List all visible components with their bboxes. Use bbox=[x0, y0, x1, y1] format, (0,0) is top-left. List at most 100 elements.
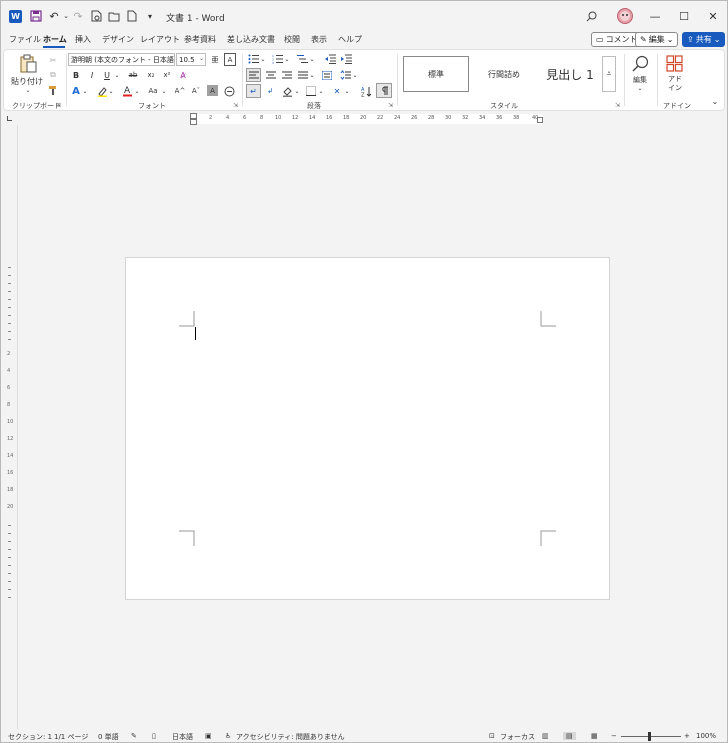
shading-icon[interactable] bbox=[281, 85, 293, 97]
chevron-down-icon[interactable]: ⌄ bbox=[161, 85, 167, 97]
chevron-down-icon[interactable]: ⌄ bbox=[318, 85, 324, 97]
redo-icon[interactable]: ↷ bbox=[71, 9, 85, 23]
addins-button[interactable]: アド イン bbox=[664, 74, 686, 94]
chevron-down-icon[interactable]: ⌄ bbox=[636, 84, 644, 92]
tab-help[interactable]: ヘルプ bbox=[338, 34, 362, 45]
asian-typography-icon[interactable]: ✕ bbox=[331, 85, 343, 97]
distributed-icon[interactable] bbox=[320, 69, 333, 81]
align-right-icon[interactable] bbox=[280, 69, 293, 81]
clipboard-launcher-icon[interactable]: ⇲ bbox=[56, 102, 61, 109]
text-direction-icon[interactable]: ↲ bbox=[264, 85, 276, 97]
clear-formatting-icon[interactable]: A̷ bbox=[177, 69, 189, 81]
cut-icon[interactable]: ✂ bbox=[47, 54, 59, 66]
new-document-icon[interactable] bbox=[125, 9, 139, 23]
paste-button[interactable]: 貼り付け bbox=[11, 76, 43, 86]
borders-icon[interactable] bbox=[305, 85, 317, 97]
zoom-in-button[interactable]: + bbox=[684, 732, 690, 740]
print-layout-icon[interactable]: ▤ bbox=[563, 732, 576, 740]
font-name-combo[interactable]: 游明朝 (本文のフォント - 日本語) ⌄ bbox=[68, 53, 175, 66]
shrink-font-button[interactable]: Aˇ bbox=[190, 85, 202, 97]
edit-mode-button[interactable]: ✎ 編集 ⌄ bbox=[635, 32, 679, 47]
chevron-down-icon[interactable]: ⌄ bbox=[309, 69, 315, 81]
document-page[interactable] bbox=[125, 257, 610, 600]
chevron-down-icon[interactable]: ⌄ bbox=[294, 85, 300, 97]
macro-icon[interactable]: ▣ bbox=[205, 732, 212, 740]
italic-button[interactable]: I bbox=[87, 69, 97, 81]
style-no-spacing[interactable]: 行間詰め bbox=[471, 56, 537, 92]
align-center-icon[interactable] bbox=[264, 69, 277, 81]
font-size-combo[interactable]: 10.5 ⌄ bbox=[176, 53, 206, 66]
find-icon[interactable] bbox=[630, 54, 650, 74]
section-indicator[interactable]: セクション: 1 bbox=[8, 732, 52, 742]
paragraph-launcher-icon[interactable]: ⇲ bbox=[388, 102, 393, 109]
focus-mode-button[interactable]: フォーカス bbox=[500, 732, 535, 742]
minimize-button[interactable]: — bbox=[642, 7, 668, 25]
open-folder-icon[interactable] bbox=[107, 9, 121, 23]
numbering-icon[interactable]: 123 bbox=[271, 53, 283, 65]
phonetic-guide-icon[interactable]: 亜 bbox=[209, 53, 221, 66]
paste-icon[interactable] bbox=[16, 54, 40, 74]
align-left-icon[interactable] bbox=[246, 68, 261, 82]
justify-icon[interactable] bbox=[296, 69, 309, 81]
sort-icon[interactable]: AZ bbox=[360, 85, 372, 97]
user-avatar[interactable] bbox=[617, 8, 633, 24]
chevron-down-icon[interactable]: ⌄ bbox=[114, 69, 120, 81]
bold-button[interactable]: B bbox=[71, 69, 81, 81]
tab-file[interactable]: ファイル bbox=[9, 34, 41, 45]
zoom-level[interactable]: 100% bbox=[696, 732, 716, 740]
chevron-down-icon[interactable]: ⌄ bbox=[134, 85, 140, 97]
addins-icon[interactable] bbox=[665, 54, 683, 72]
chevron-down-icon[interactable]: ⌄ bbox=[344, 85, 350, 97]
chevron-down-icon[interactable]: ⌄ bbox=[82, 85, 88, 97]
page-indicator[interactable]: 1/1 ページ bbox=[54, 732, 88, 742]
tab-home[interactable]: ホーム bbox=[43, 34, 67, 45]
grow-font-button[interactable]: A^ bbox=[174, 85, 186, 97]
chevron-down-icon[interactable]: ⌄ bbox=[309, 53, 315, 65]
underline-button[interactable]: U bbox=[102, 69, 112, 81]
highlighter-icon[interactable] bbox=[96, 85, 108, 97]
copy-icon[interactable]: ⧉ bbox=[47, 69, 59, 81]
multilevel-list-icon[interactable] bbox=[296, 53, 308, 65]
tab-mailings[interactable]: 差し込み文書 bbox=[227, 34, 275, 45]
enclose-char-icon[interactable]: A bbox=[224, 53, 236, 66]
chevron-down-icon[interactable]: ⌄ bbox=[352, 69, 358, 81]
styles-launcher-icon[interactable]: ⇲ bbox=[615, 102, 620, 109]
web-layout-icon[interactable]: ▦ bbox=[591, 732, 598, 740]
tab-view[interactable]: 表示 bbox=[311, 34, 327, 45]
zoom-slider-thumb[interactable] bbox=[648, 732, 651, 741]
word-count[interactable]: 0 単語 bbox=[98, 732, 119, 742]
chevron-down-icon[interactable]: ⌄ bbox=[260, 53, 266, 65]
focus-icon[interactable]: ⊡ bbox=[489, 732, 495, 740]
read-mode-icon[interactable]: ▥ bbox=[542, 732, 549, 740]
accessibility-icon[interactable]: ♿ bbox=[225, 732, 231, 740]
format-painter-icon[interactable] bbox=[47, 84, 59, 96]
tab-design[interactable]: デザイン bbox=[102, 34, 134, 45]
maximize-button[interactable]: ☐ bbox=[671, 7, 697, 25]
tab-review[interactable]: 校閲 bbox=[284, 34, 300, 45]
share-button[interactable]: ⇪ 共有 ⌄ bbox=[682, 32, 726, 47]
paste-dropdown-icon[interactable]: ⌄ bbox=[24, 86, 32, 94]
customize-toolbar-icon[interactable]: ▾ bbox=[143, 9, 157, 23]
asian-layout-icon[interactable]: ↵ bbox=[246, 84, 261, 98]
search-icon[interactable] bbox=[584, 9, 598, 23]
close-button[interactable]: ✕ bbox=[700, 7, 726, 25]
style-normal[interactable]: 標準 bbox=[403, 56, 469, 92]
tab-layout[interactable]: レイアウト bbox=[140, 34, 180, 45]
decrease-indent-icon[interactable] bbox=[324, 53, 336, 65]
strikethrough-button[interactable]: ab bbox=[126, 69, 140, 81]
zoom-slider-track[interactable] bbox=[621, 736, 681, 737]
language-indicator[interactable]: 日本語 bbox=[172, 732, 193, 742]
text-effects-icon[interactable]: A bbox=[70, 85, 82, 97]
enclosed-char-icon[interactable] bbox=[223, 85, 235, 97]
change-case-button[interactable]: Aa bbox=[145, 85, 161, 97]
tab-selector-icon[interactable] bbox=[7, 116, 12, 121]
char-shading-button[interactable]: A bbox=[207, 85, 218, 96]
increase-indent-icon[interactable] bbox=[340, 53, 352, 65]
text-predictions-icon[interactable]: ▯ bbox=[152, 732, 156, 740]
save-icon[interactable] bbox=[29, 9, 43, 23]
print-preview-icon[interactable] bbox=[89, 9, 103, 23]
chevron-down-icon[interactable]: ⌄ bbox=[284, 53, 290, 65]
subscript-button[interactable]: x₂ bbox=[145, 69, 157, 81]
zoom-out-button[interactable]: − bbox=[611, 732, 617, 740]
style-heading-1[interactable]: 見出し 1 bbox=[539, 56, 601, 92]
